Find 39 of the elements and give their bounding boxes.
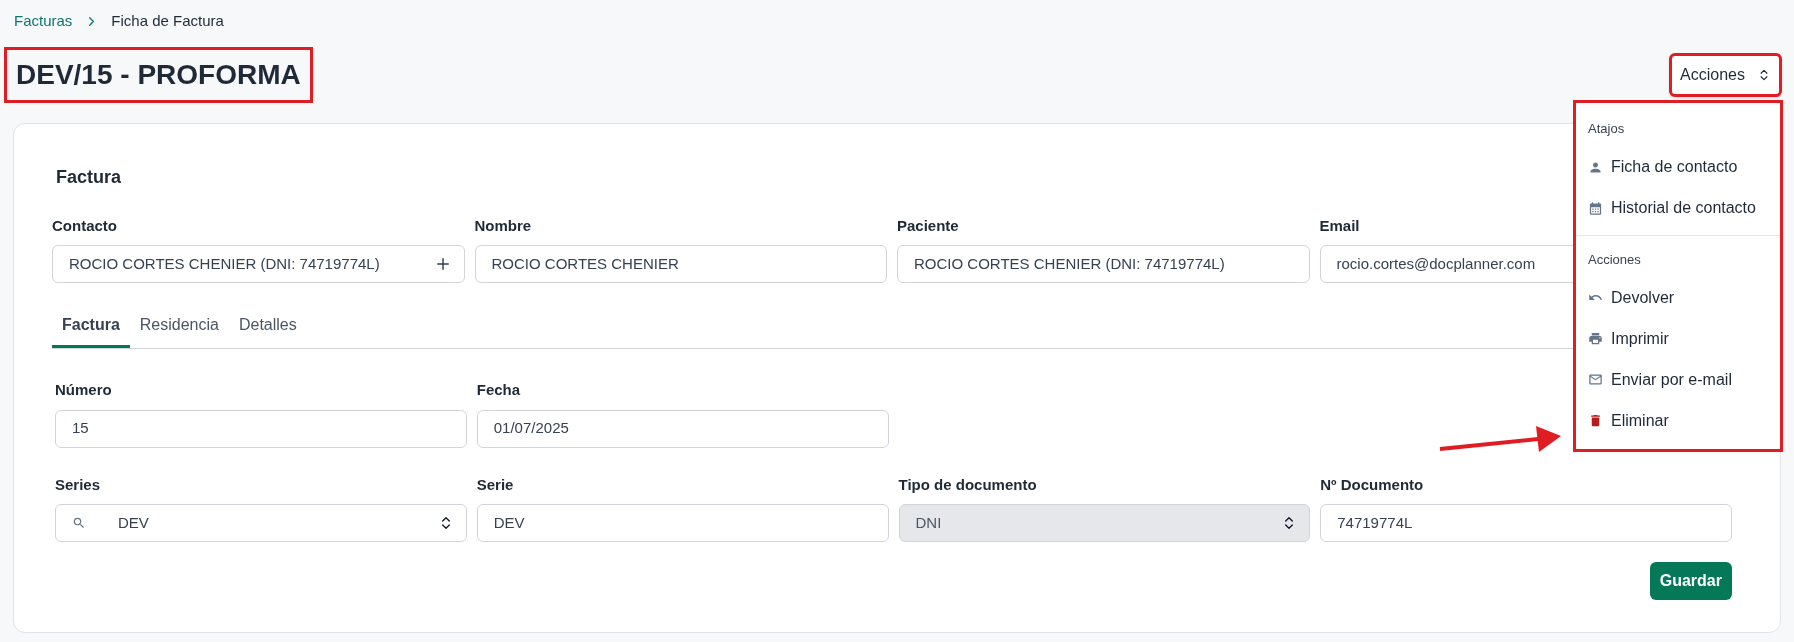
menu-section-heading: Atajos [1587,120,1626,138]
tab[interactable]: Factura [52,305,130,348]
input-field[interactable]: 01/07/2025 [476,409,889,448]
menu-item[interactable]: Eliminar [1576,400,1780,441]
menu-item[interactable]: Enviar por e-mail [1576,359,1780,400]
input-field[interactable]: 15 [55,409,467,448]
field-label: Serie [476,474,514,495]
search-icon [72,516,86,530]
field-label: Fecha [476,380,521,400]
mail-icon [1588,372,1603,387]
select-field[interactable]: DEV [55,504,467,542]
menu-item[interactable]: Historial de contacto [1576,187,1780,229]
field-label: Contacto [52,215,117,236]
input-field[interactable]: 74719774L [1320,504,1732,542]
menu-item[interactable]: Imprimir [1576,318,1780,359]
field-label: Nombre [474,215,532,236]
printer-icon [1588,331,1603,346]
field-label: Series [55,474,101,495]
breadcrumb-current: Ficha de Factura [111,11,224,31]
page-title: DEV/15 - PROFORMA [4,46,313,103]
actions-button[interactable]: Acciones [1669,52,1782,97]
input-field[interactable]: ROCIO CORTES CHENIER (DNI: 74719774L) [897,245,1310,283]
tab[interactable]: Detalles [228,305,307,348]
card-title: Factura [56,165,122,189]
save-button[interactable]: Guardar [1649,562,1732,600]
trash-icon [1588,413,1603,428]
breadcrumb-link[interactable]: Facturas [14,10,73,33]
field-label: Paciente [897,215,959,236]
field-label: Número [55,380,112,400]
tab[interactable]: Residencia [129,305,229,348]
input-field[interactable]: ROCIO CORTES CHENIER [474,245,887,283]
menu-section-heading: Acciones [1587,250,1642,269]
input-field[interactable]: ROCIO CORTES CHENIER (DNI: 74719774L) [52,245,465,283]
input-field[interactable]: DEV [476,504,889,542]
field-label: Tipo de documento [898,474,1037,495]
field-label: Email [1319,215,1360,236]
field-label: Nº Documento [1320,474,1424,495]
calendar-icon [1588,200,1603,216]
menu-item[interactable]: Ficha de contacto [1576,146,1780,188]
